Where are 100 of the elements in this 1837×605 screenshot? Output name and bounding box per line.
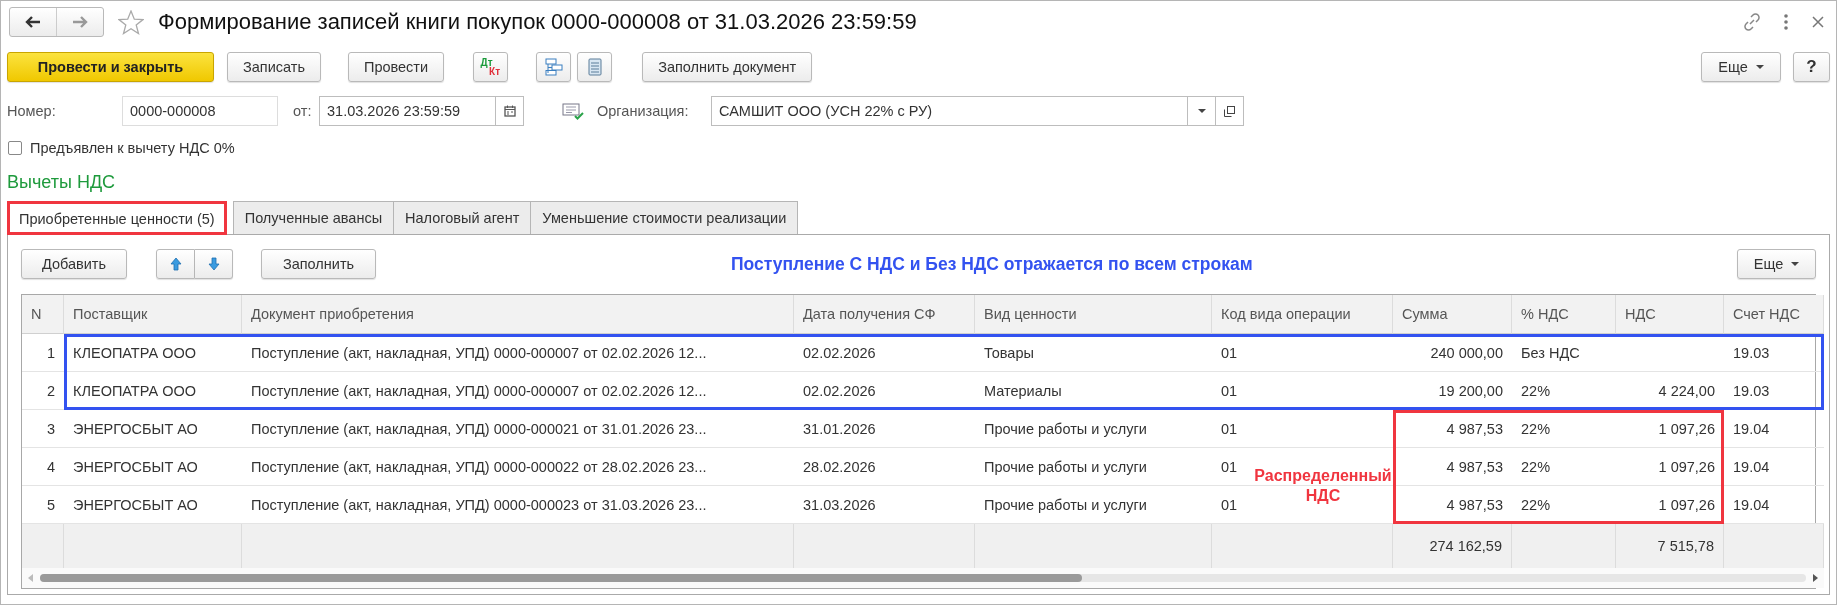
tab[interactable]: Приобретенные ценности (5)	[7, 201, 227, 235]
table-cell: Прочие работы и услуги	[975, 448, 1212, 486]
table-cell: 19.04	[1724, 448, 1824, 486]
more-button[interactable]: Еще	[1737, 249, 1816, 279]
table-cell: Без НДС	[1512, 334, 1616, 372]
field-label: Организация:	[597, 103, 690, 119]
window-title: Формирование записей книги покупок 0000-000008 от 31.03.2026 23:59:59	[158, 9, 917, 35]
move-down-button[interactable]	[195, 249, 233, 279]
more-options-icon[interactable]	[1784, 14, 1788, 30]
link-icon[interactable]	[1742, 12, 1762, 32]
table-cell: 22%	[1512, 410, 1616, 448]
table-cell: 01	[1212, 410, 1393, 448]
table-cell: 2	[22, 372, 64, 410]
table-cell: 02.02.2026	[794, 372, 975, 410]
field-label: Номер:	[7, 103, 57, 119]
date-field[interactable]: 31.03.2026 23:59:59	[319, 96, 496, 126]
structure-button[interactable]	[536, 52, 572, 82]
star-icon[interactable]	[118, 9, 144, 35]
caret-icon	[1791, 262, 1800, 266]
table-cell: 4 224,00	[1616, 372, 1724, 410]
debit-credit-button[interactable]: Дт Кт	[473, 52, 509, 82]
open-button[interactable]	[1216, 96, 1244, 126]
tab[interactable]: Налоговый агент	[393, 201, 532, 234]
column-header: Вид ценности	[975, 295, 1212, 334]
table-cell: 4 987,53	[1393, 410, 1512, 448]
total-cell: 7 515,78	[1616, 524, 1724, 568]
table-cell: 19.03	[1724, 372, 1824, 410]
number-field[interactable]: 0000-000008	[122, 96, 278, 126]
horizontal-scrollbar[interactable]	[22, 568, 1824, 588]
toolbar-button[interactable]: Заполнить документ	[642, 52, 813, 82]
back-arrow-icon[interactable]	[25, 16, 41, 28]
table-cell: Прочие работы и услуги	[975, 410, 1212, 448]
move-up-button[interactable]	[156, 249, 195, 279]
section-title: Вычеты НДС	[7, 172, 116, 192]
table-cell: 240 000,00	[1393, 334, 1512, 372]
column-header: Дата получения СФ	[794, 295, 975, 334]
open-window-icon	[1224, 105, 1235, 117]
table-cell: 01	[1212, 372, 1393, 410]
table-cell: 02.02.2026	[794, 334, 975, 372]
table-cell: 1 097,26	[1616, 448, 1724, 486]
table-cell: 1 097,26	[1616, 410, 1724, 448]
table-cell: КЛЕОПАТРА ООО	[64, 372, 242, 410]
hierarchy-icon	[544, 58, 563, 76]
post-and-close-button[interactable]: Провести и закрыть	[7, 52, 214, 82]
table-cell: Поступление (акт, накладная, УПД) 0000-000021 от 31.01.2026 23...	[242, 410, 794, 448]
table-cell: 19.03	[1724, 334, 1824, 372]
table-cell: Поступление (акт, накладная, УПД) 0000-000007 от 02.02.2026 12...	[242, 372, 794, 410]
scroll-left-icon[interactable]	[28, 574, 34, 582]
checkbox-label: Предъявлен к вычету НДС 0%	[30, 140, 235, 156]
close-icon[interactable]	[1812, 16, 1824, 28]
add-button[interactable]: Добавить	[21, 249, 127, 279]
total-cell: 274 162,59	[1393, 524, 1512, 568]
forward-arrow-icon[interactable]	[72, 16, 88, 28]
table-cell: 19 200,00	[1393, 372, 1512, 410]
table-cell: КЛЕОПАТРА ООО	[64, 334, 242, 372]
more-button[interactable]: Еще	[1701, 52, 1781, 82]
column-header: Поставщик	[64, 295, 242, 334]
table-cell: Поступление (акт, накладная, УПД) 0000-000022 от 28.02.2026 23...	[242, 448, 794, 486]
checkbox[interactable]	[8, 141, 22, 155]
toolbar-button[interactable]: Записать	[227, 52, 321, 82]
column-header: Сумма	[1393, 295, 1512, 334]
tab[interactable]: Полученные авансы	[232, 201, 395, 234]
annotation-note: Распределенный НДС	[1253, 466, 1393, 506]
toolbar-button[interactable]: Провести	[347, 52, 445, 82]
table-cell: 22%	[1512, 448, 1616, 486]
calendar-button[interactable]	[496, 96, 524, 126]
table-cell: 19.04	[1724, 410, 1824, 448]
caret-icon	[1197, 109, 1206, 113]
tab[interactable]: Уменьшение стоимости реализации	[530, 201, 799, 234]
scroll-right-icon[interactable]	[1812, 574, 1818, 582]
footer-cell	[22, 524, 64, 568]
field-label: от:	[293, 103, 313, 119]
caret-icon	[1755, 65, 1764, 69]
list-icon	[587, 58, 602, 76]
down-arrow-icon	[207, 257, 220, 271]
table-cell: ЭНЕРГОСБЫТ АО	[64, 410, 242, 448]
organization-field[interactable]: САМШИТ ООО (УСН 22% с РУ)	[711, 96, 1188, 126]
calendar-icon	[503, 105, 516, 117]
column-header: Документ приобретения	[242, 295, 794, 334]
table-cell: 1	[22, 334, 64, 372]
table-cell: 31.01.2026	[794, 410, 975, 448]
help-button[interactable]: ?	[1793, 52, 1830, 82]
column-header: % НДС	[1512, 295, 1616, 334]
table-cell: 28.02.2026	[794, 448, 975, 486]
fill-button[interactable]: Заполнить	[261, 249, 376, 279]
table-cell: ЭНЕРГОСБЫТ АО	[64, 448, 242, 486]
column-header: НДС	[1616, 295, 1724, 334]
table-cell: Поступление (акт, накладная, УПД) 0000-000007 от 02.02.2026 12...	[242, 334, 794, 372]
column-header: Счет НДС	[1724, 295, 1824, 334]
list-button[interactable]	[577, 52, 613, 82]
table-cell: 01	[1212, 334, 1393, 372]
table-cell: Товары	[975, 334, 1212, 372]
table-cell: 4	[22, 448, 64, 486]
table-cell: 4 987,53	[1393, 448, 1512, 486]
column-header: N	[22, 295, 64, 334]
document-check-icon[interactable]	[562, 102, 584, 120]
table-cell: 22%	[1512, 372, 1616, 410]
column-header: Код вида операции	[1212, 295, 1393, 334]
up-arrow-icon	[169, 257, 182, 271]
table-cell: 3	[22, 410, 64, 448]
